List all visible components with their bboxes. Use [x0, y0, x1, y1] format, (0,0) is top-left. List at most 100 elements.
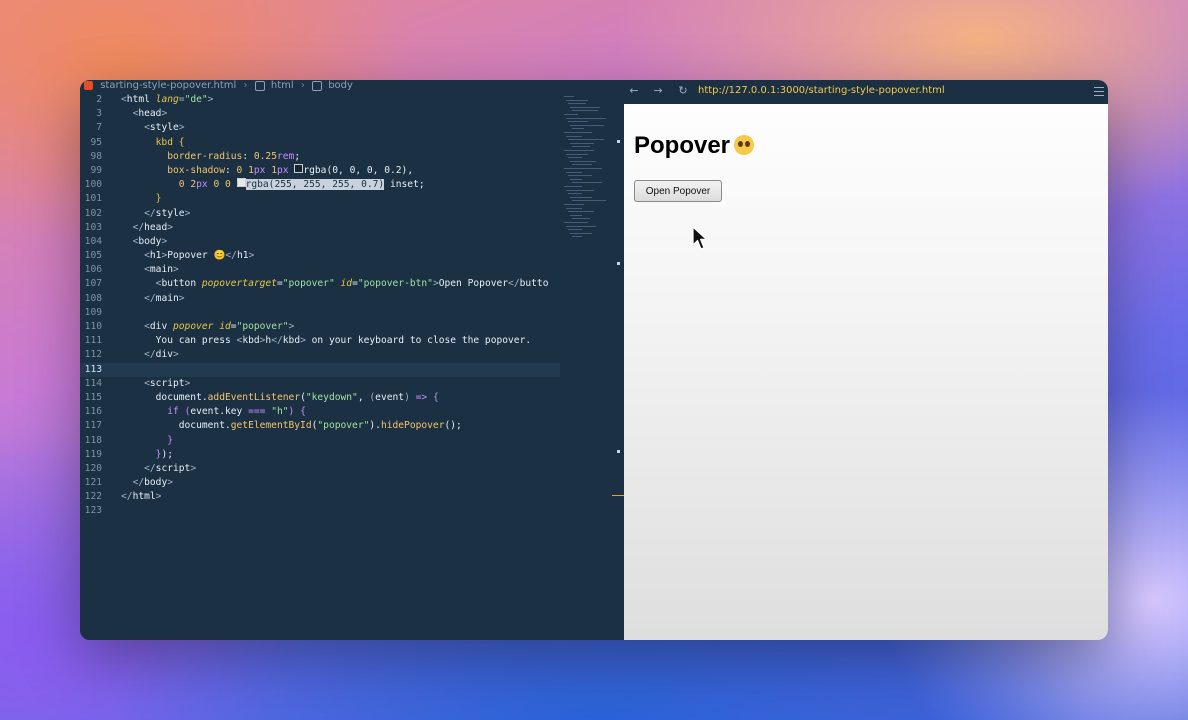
minimap-line: [564, 186, 582, 187]
minimap-line: [568, 103, 586, 105]
minimap-line: [566, 99, 588, 101]
code-text[interactable]: You can press <kbd>h</kbd> on your keybo…: [121, 334, 532, 348]
code-text[interactable]: </html>: [121, 490, 161, 504]
line-number: 114: [84, 377, 102, 389]
line-number: 2: [96, 94, 102, 105]
code-text[interactable]: <div popover id="popover">: [121, 320, 294, 334]
forward-arrow-icon[interactable]: →: [650, 83, 666, 99]
code-text[interactable]: }: [121, 192, 162, 206]
line-number: 100: [84, 179, 102, 191]
code-line[interactable]: 2 <html lang="de">: [80, 93, 560, 107]
code-line[interactable]: 110 <div popover id="popover">: [80, 320, 560, 334]
minimap-line: [564, 168, 602, 169]
line-number: 102: [84, 207, 102, 219]
back-arrow-icon[interactable]: ←: [626, 83, 642, 99]
code-text[interactable]: 0 2px 0 0 rgba(255, 255, 255, 0.7) inset…: [121, 178, 425, 192]
minimap-line: [564, 222, 588, 223]
code-line[interactable]: 114 <script>: [80, 377, 560, 391]
code-line[interactable]: 116 if (event.key === "h") {: [80, 405, 560, 419]
line-number: 3: [96, 108, 102, 120]
line-number: 120: [84, 462, 102, 474]
code-text[interactable]: <button popovertarget="popover" id="popo…: [121, 277, 549, 291]
code-text[interactable]: <style>: [121, 121, 184, 135]
code-text[interactable]: <script>: [121, 377, 190, 391]
code-line[interactable]: 109: [80, 306, 560, 320]
code-line[interactable]: 119 });: [80, 448, 560, 462]
minimap-line: [570, 196, 592, 198]
code-line[interactable]: 104 <body>: [80, 235, 560, 249]
open-popover-button[interactable]: Open Popover: [634, 180, 722, 202]
code-text[interactable]: kbd {: [121, 136, 185, 150]
code-line[interactable]: 101 }: [80, 192, 560, 206]
breadcrumb-file[interactable]: starting-style-popover.html: [100, 80, 236, 92]
minimap-line: [564, 114, 578, 115]
line-number: 98: [90, 150, 102, 162]
code-line[interactable]: 7 <style>: [80, 121, 560, 135]
code-editor[interactable]: starting-style-popover.html › html › bod…: [80, 80, 624, 640]
code-text[interactable]: </head>: [121, 221, 173, 235]
code-text[interactable]: <h1>Popover 😊</h1>: [121, 249, 254, 263]
breadcrumb-body[interactable]: body: [328, 80, 353, 92]
code-line[interactable]: 118 }: [80, 434, 560, 448]
code-text[interactable]: </body>: [121, 476, 173, 490]
minimap-line: [570, 142, 594, 144]
code-text[interactable]: <body>: [121, 235, 168, 249]
code-line[interactable]: 95 kbd {: [80, 136, 560, 150]
code-text[interactable]: <head>: [121, 107, 168, 121]
code-line[interactable]: 112 </div>: [80, 348, 560, 362]
code-text[interactable]: <html lang="de">: [121, 93, 213, 107]
line-number: 7: [96, 122, 102, 134]
line-number: 115: [84, 391, 102, 403]
code-line[interactable]: 107 <button popovertarget="popover" id="…: [80, 277, 560, 291]
reload-icon[interactable]: ↻: [675, 83, 691, 99]
minimap[interactable]: [560, 92, 624, 262]
code-text[interactable]: </style>: [121, 207, 190, 221]
code-line[interactable]: 103 </head>: [80, 221, 560, 235]
element-icon: [254, 81, 265, 91]
menu-icon[interactable]: [1094, 84, 1104, 98]
code-text[interactable]: box-shadow: 0 1px 1px rgba(0, 0, 0, 0.2)…: [121, 163, 413, 178]
code-line[interactable]: 3 <head>: [80, 107, 560, 121]
code-line[interactable]: 105 <h1>Popover 😊</h1>: [80, 249, 560, 263]
chevron-right-icon: ›: [243, 80, 248, 91]
code-line[interactable]: 98 border-radius: 0.25rem;: [80, 150, 560, 164]
code-line[interactable]: 106 <main>: [80, 263, 560, 277]
code-line[interactable]: 117 document.getElementById("popover").h…: [80, 419, 560, 433]
code-line[interactable]: 102 </style>: [80, 207, 560, 221]
code-line[interactable]: 115 document.addEventListener("keydown",…: [80, 391, 560, 405]
code-text[interactable]: }: [121, 434, 173, 448]
code-line[interactable]: 122 </html>: [80, 490, 560, 504]
code-text[interactable]: </div>: [121, 348, 179, 362]
url-bar[interactable]: http://127.0.0.1:3000/starting-style-pop…: [698, 84, 945, 98]
code-line[interactable]: 123: [80, 504, 560, 518]
chevron-right-icon: ›: [300, 80, 305, 91]
code-line[interactable]: 120 </script>: [80, 462, 560, 476]
code-line[interactable]: 121 </body>: [80, 476, 560, 490]
page-heading: Popover: [634, 132, 755, 160]
minimap-line: [564, 96, 574, 97]
code-text[interactable]: </main>: [121, 292, 184, 306]
line-number: 99: [90, 164, 102, 176]
code-text[interactable]: border-radius: 0.25rem;: [121, 150, 300, 164]
code-line[interactable]: 108 </main>: [80, 292, 560, 306]
code-line[interactable]: 111 You can press <kbd>h</kbd> on your k…: [80, 334, 560, 348]
minimap-line: [566, 153, 588, 155]
heading-text: Popover: [634, 132, 731, 159]
code-text[interactable]: });: [121, 448, 173, 462]
code-text[interactable]: <main>: [121, 263, 179, 277]
code-text[interactable]: document.addEventListener("keydown", (ev…: [121, 391, 439, 405]
line-number: 112: [84, 349, 102, 361]
breadcrumb-html[interactable]: html: [271, 80, 294, 92]
pleading-face-emoji-icon: [734, 135, 755, 155]
line-number: 118: [84, 434, 102, 446]
code-text[interactable]: </script>: [121, 462, 196, 476]
code-line[interactable]: 99 box-shadow: 0 1px 1px rgba(0, 0, 0, 0…: [80, 163, 560, 178]
code-line[interactable]: 100 0 2px 0 0 rgba(255, 255, 255, 0.7) i…: [80, 178, 560, 192]
code-text[interactable]: if (event.key === "h") {: [121, 405, 306, 419]
line-number: 122: [84, 491, 102, 503]
code-line[interactable]: 113: [80, 362, 560, 377]
line-number: 103: [84, 221, 102, 233]
minimap-line: [570, 160, 596, 162]
code-text[interactable]: document.getElementById("popover").hideP…: [121, 419, 462, 433]
code-lines[interactable]: 2 <html lang="de"> 3 <head> 7 <style> 95 kbd…: [80, 93, 560, 519]
